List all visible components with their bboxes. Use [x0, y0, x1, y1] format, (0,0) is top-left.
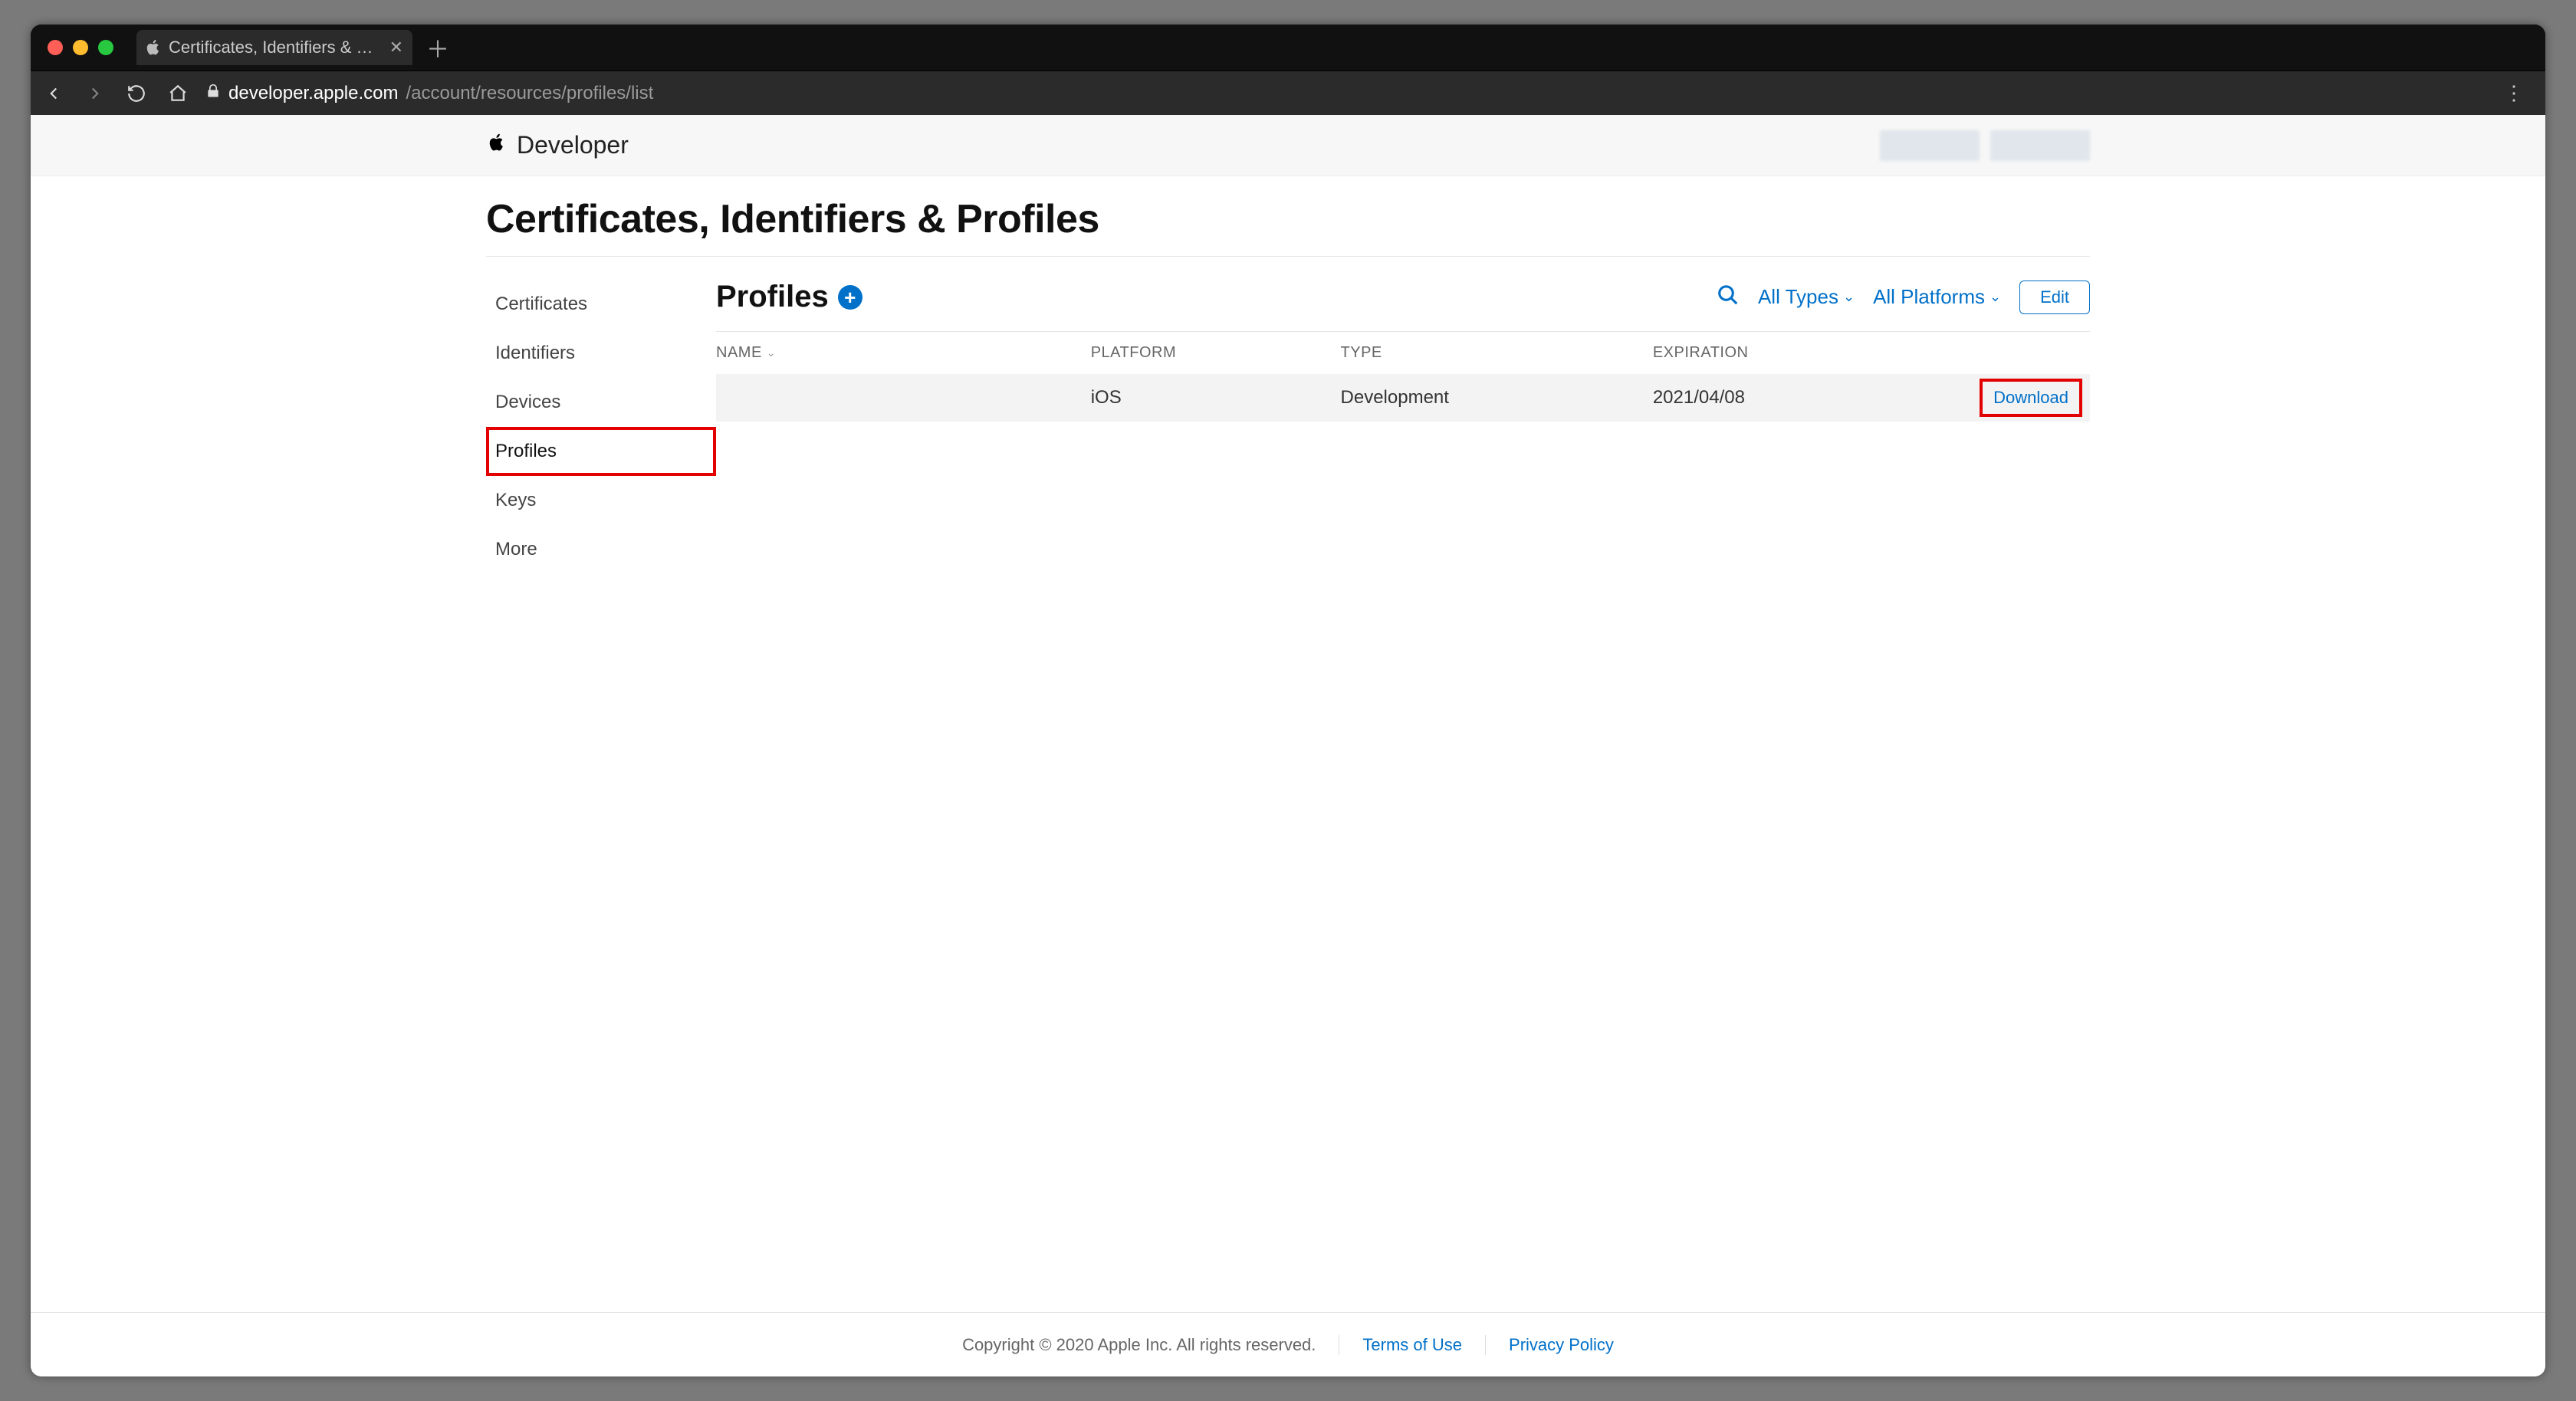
section-title-text: Profiles — [716, 280, 829, 314]
page-footer: Copyright © 2020 Apple Inc. All rights r… — [31, 1312, 2545, 1376]
sort-caret-icon: ⌄ — [767, 346, 776, 359]
nav-forward-button[interactable] — [81, 80, 109, 107]
col-expiration[interactable]: EXPIRATION — [1653, 344, 1903, 362]
browser-toolbar: developer.apple.com/account/resources/pr… — [31, 71, 2545, 115]
filter-platforms-dropdown[interactable]: All Platforms ⌄ — [1873, 285, 2001, 309]
table-header: NAME ⌄ PLATFORM TYPE EXPIRATION — [716, 332, 2090, 374]
main-panel: Profiles + All Types ⌄ — [716, 280, 2090, 574]
resource-sidebar: Certificates Identifiers Devices Profile… — [486, 280, 716, 574]
table-row[interactable]: iOS Development 2021/04/08 Download — [716, 374, 2090, 422]
filter-types-dropdown[interactable]: All Types ⌄ — [1758, 285, 1855, 309]
nav-home-button[interactable] — [164, 80, 192, 107]
add-profile-button[interactable]: + — [838, 285, 863, 310]
col-name[interactable]: NAME ⌄ — [716, 344, 1091, 362]
sidebar-item-keys[interactable]: Keys — [486, 476, 716, 525]
address-bar[interactable]: developer.apple.com/account/resources/pr… — [205, 83, 2478, 104]
url-path: /account/resources/profiles/list — [406, 83, 653, 104]
browser-tab-bar: Certificates, Identifiers & Profiles ✕ ＋ — [31, 25, 2545, 71]
developer-brand[interactable]: Developer — [486, 131, 629, 159]
new-tab-button[interactable]: ＋ — [426, 31, 449, 64]
chevron-down-icon: ⌄ — [1843, 289, 1855, 305]
chevron-down-icon: ⌄ — [1990, 289, 2001, 305]
search-icon[interactable] — [1717, 284, 1740, 310]
window-close-button[interactable] — [48, 40, 63, 55]
tab-title: Certificates, Identifiers & Profiles — [169, 38, 382, 57]
account-name-redacted — [1880, 130, 1980, 161]
cell-platform: iOS — [1091, 387, 1341, 408]
nav-back-button[interactable] — [40, 80, 67, 107]
apple-favicon-icon — [146, 40, 161, 55]
section-title: Profiles + — [716, 280, 863, 314]
sidebar-item-more[interactable]: More — [486, 525, 716, 574]
col-platform[interactable]: PLATFORM — [1091, 344, 1341, 362]
window-minimize-button[interactable] — [73, 40, 88, 55]
terms-link[interactable]: Terms of Use — [1362, 1335, 1462, 1355]
sidebar-item-certificates[interactable]: Certificates — [486, 280, 716, 329]
page-viewport: Developer Certificates, Identifiers & Pr… — [31, 115, 2545, 1376]
cell-expiration: 2021/04/08 — [1653, 387, 1903, 408]
page-title: Certificates, Identifiers & Profiles — [486, 196, 2090, 242]
brand-label: Developer — [517, 131, 629, 159]
col-type[interactable]: TYPE — [1341, 344, 1653, 362]
tab-close-icon[interactable]: ✕ — [389, 39, 403, 56]
window-maximize-button[interactable] — [98, 40, 113, 55]
sidebar-item-identifiers[interactable]: Identifiers — [486, 329, 716, 378]
filter-types-label: All Types — [1758, 285, 1838, 309]
profiles-table: NAME ⌄ PLATFORM TYPE EXPIRATION iOS Deve… — [716, 331, 2090, 422]
sidebar-item-devices[interactable]: Devices — [486, 378, 716, 427]
lock-icon — [205, 83, 221, 104]
browser-tab[interactable]: Certificates, Identifiers & Profiles ✕ — [136, 30, 412, 65]
nav-reload-button[interactable] — [123, 80, 150, 107]
copyright-text: Copyright © 2020 Apple Inc. All rights r… — [962, 1335, 1316, 1355]
cell-type: Development — [1341, 387, 1653, 408]
filter-platforms-label: All Platforms — [1873, 285, 1985, 309]
account-area[interactable] — [1880, 130, 2090, 161]
apple-logo-icon — [486, 131, 508, 159]
privacy-link[interactable]: Privacy Policy — [1509, 1335, 1614, 1355]
apple-header: Developer — [31, 115, 2545, 176]
url-domain: developer.apple.com — [228, 83, 398, 104]
window-controls — [48, 40, 113, 55]
footer-separator — [1485, 1335, 1486, 1355]
browser-menu-button[interactable]: ⋮ — [2492, 81, 2536, 105]
team-name-redacted — [1990, 130, 2090, 161]
edit-button[interactable]: Edit — [2019, 281, 2090, 314]
browser-window: Certificates, Identifiers & Profiles ✕ ＋… — [31, 25, 2545, 1376]
sidebar-item-profiles[interactable]: Profiles — [486, 427, 716, 476]
col-actions — [1903, 344, 2090, 362]
download-link[interactable]: Download — [1980, 379, 2082, 417]
